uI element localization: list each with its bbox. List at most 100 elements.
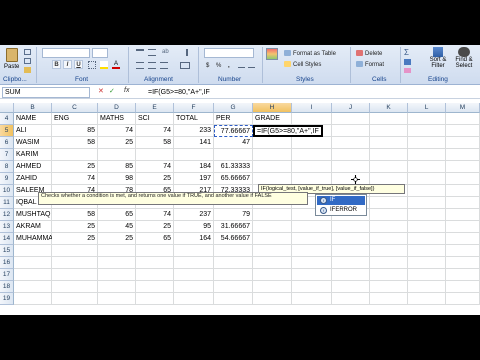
cell-f4[interactable]: TOTAL [174, 113, 214, 125]
orientation-icon[interactable]: ab [162, 49, 170, 56]
cell-h12[interactable] [253, 209, 292, 221]
cell-m15[interactable] [446, 245, 480, 257]
cell-g14[interactable]: 54.66667 [214, 233, 253, 245]
enter-icon[interactable]: ✓ [109, 87, 115, 95]
cell-f17[interactable] [174, 269, 214, 281]
cell-j6[interactable] [332, 137, 370, 149]
cell-i7[interactable] [292, 149, 332, 161]
cell-j13[interactable] [332, 221, 370, 233]
borders-icon[interactable] [88, 61, 96, 69]
cell-j15[interactable] [332, 245, 370, 257]
cell-g15[interactable] [214, 245, 253, 257]
cell-g7[interactable] [214, 149, 253, 161]
cell-j16[interactable] [332, 257, 370, 269]
column-header-c[interactable]: C [52, 103, 98, 113]
cell-m8[interactable] [446, 161, 480, 173]
cell-i18[interactable] [292, 281, 332, 293]
cell-l15[interactable] [408, 245, 446, 257]
cell-l4[interactable] [408, 113, 446, 125]
cell-g13[interactable]: 31.66667 [214, 221, 253, 233]
cell-b15[interactable] [14, 245, 52, 257]
cell-d12[interactable]: 65 [98, 209, 136, 221]
row-header-8[interactable]: 8 [0, 161, 14, 173]
cell-j8[interactable] [332, 161, 370, 173]
cell-l8[interactable] [408, 161, 446, 173]
cell-m10[interactable] [446, 185, 480, 197]
cell-i19[interactable] [292, 293, 332, 305]
cell-c16[interactable] [52, 257, 98, 269]
row-header-10[interactable]: 10 [0, 185, 14, 197]
cell-m7[interactable] [446, 149, 480, 161]
row-header-16[interactable]: 16 [0, 257, 14, 269]
cell-k11[interactable] [370, 197, 408, 209]
cell-k8[interactable] [370, 161, 408, 173]
column-header-m[interactable]: M [446, 103, 480, 113]
cell-b14[interactable]: MUHAMMAD [14, 233, 58, 245]
cell-l5[interactable] [408, 125, 446, 137]
cell-b5[interactable]: ALI [14, 125, 52, 137]
cell-f12[interactable]: 237 [174, 209, 214, 221]
copy-icon[interactable] [24, 58, 31, 64]
column-header-f[interactable]: F [174, 103, 214, 113]
row-header-6[interactable]: 6 [0, 137, 14, 149]
cell-f7[interactable] [174, 149, 214, 161]
column-header-h[interactable]: H [253, 103, 292, 113]
row-header-11[interactable]: 11 [0, 197, 14, 209]
cell-c9[interactable]: 74 [52, 173, 98, 185]
row-header-18[interactable]: 18 [0, 281, 14, 293]
cell-f19[interactable] [174, 293, 214, 305]
cell-h16[interactable] [253, 257, 292, 269]
row-header-15[interactable]: 15 [0, 245, 14, 257]
cell-d8[interactable]: 85 [98, 161, 136, 173]
function-autocomplete-list[interactable]: f IF f IFERROR [315, 194, 367, 216]
font-size-box[interactable] [92, 48, 108, 58]
cell-g16[interactable] [214, 257, 253, 269]
cell-styles-button[interactable]: Cell Styles [284, 60, 321, 70]
cell-d6[interactable]: 25 [98, 137, 136, 149]
cell-m19[interactable] [446, 293, 480, 305]
sort-filter-button[interactable]: Sort & Filter [426, 47, 450, 75]
cell-h4[interactable]: GRADE [253, 113, 292, 125]
formula-input[interactable]: =IF(G5>=80,"A+",IF [148, 87, 210, 98]
cell-k12[interactable] [370, 209, 408, 221]
cell-f8[interactable]: 184 [174, 161, 214, 173]
currency-button[interactable]: $ [206, 61, 209, 71]
cell-c8[interactable]: 25 [52, 161, 98, 173]
cell-c7[interactable] [52, 149, 98, 161]
cell-g9[interactable]: 65.66667 [214, 173, 253, 185]
cell-k17[interactable] [370, 269, 408, 281]
cell-l13[interactable] [408, 221, 446, 233]
cell-b7[interactable]: KARIM [14, 149, 52, 161]
format-painter-icon[interactable] [24, 67, 31, 73]
paste-button[interactable]: Paste [2, 47, 22, 75]
cell-b18[interactable] [14, 281, 52, 293]
cell-b16[interactable] [14, 257, 52, 269]
cell-i4[interactable] [292, 113, 332, 125]
cell-l19[interactable] [408, 293, 446, 305]
cell-h7[interactable] [253, 149, 292, 161]
row-header-4[interactable]: 4 [0, 113, 14, 125]
cell-d7[interactable] [98, 149, 136, 161]
cell-j19[interactable] [332, 293, 370, 305]
cell-k18[interactable] [370, 281, 408, 293]
cell-e16[interactable] [136, 257, 174, 269]
row-header-7[interactable]: 7 [0, 149, 14, 161]
cell-k19[interactable] [370, 293, 408, 305]
cell-d18[interactable] [98, 281, 136, 293]
cell-h13[interactable] [253, 221, 292, 233]
cell-f6[interactable]: 141 [174, 137, 214, 149]
cell-i16[interactable] [292, 257, 332, 269]
align-center-icon[interactable] [148, 62, 156, 69]
align-right-icon[interactable] [160, 62, 168, 69]
delete-button[interactable]: Delete [356, 49, 382, 59]
format-button[interactable]: Format [356, 60, 384, 70]
cell-j17[interactable] [332, 269, 370, 281]
cell-l9[interactable] [408, 173, 446, 185]
cell-f16[interactable] [174, 257, 214, 269]
cell-f15[interactable] [174, 245, 214, 257]
cell-g5[interactable]: 77.66667 [214, 125, 253, 137]
cell-l16[interactable] [408, 257, 446, 269]
row-header-17[interactable]: 17 [0, 269, 14, 281]
cell-h14[interactable] [253, 233, 292, 245]
cell-i17[interactable] [292, 269, 332, 281]
